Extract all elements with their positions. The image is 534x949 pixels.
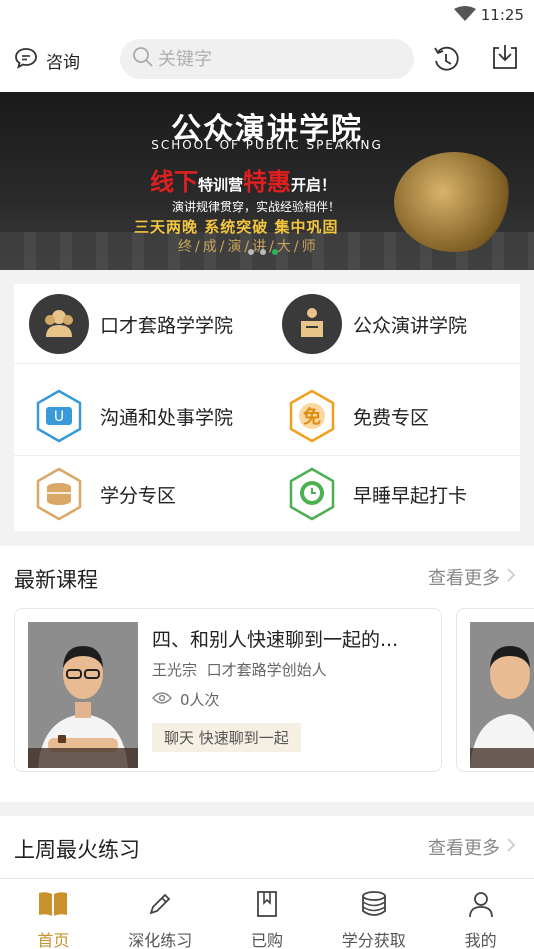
- category-label: 免费专区: [353, 406, 430, 429]
- tab-label: 学分获取: [341, 931, 406, 949]
- course-card[interactable]: 四、和别人快速聊到一起的... 王光宗 口才套路学创始人 0人次 聊天 快速聊到…: [14, 608, 442, 772]
- author-name: 王光宗: [152, 661, 198, 679]
- coins-icon: [28, 463, 90, 525]
- coins-stack-icon: [359, 889, 389, 923]
- category-label: 早睡早起打卡: [353, 484, 468, 507]
- carousel-dots[interactable]: [248, 249, 278, 255]
- section-title: 最新课程: [14, 568, 98, 592]
- tab-label: 首页: [37, 931, 70, 949]
- category-label: 口才套路学学院: [100, 314, 234, 337]
- search-icon: [132, 46, 154, 72]
- podium-icon: [281, 293, 343, 355]
- user-icon: [466, 889, 496, 923]
- category-item-koucai[interactable]: 口才套路学学院: [28, 284, 233, 364]
- bookmark-book-icon: [252, 889, 282, 923]
- tab-label: 深化练习: [128, 931, 193, 949]
- chat-bubble-icon: [14, 46, 38, 75]
- view-more-label: 查看更多: [428, 838, 500, 859]
- tab-profile[interactable]: 我的: [427, 879, 534, 949]
- banner-subtitle: SCHOOL OF PUBLIC SPEAKING: [151, 138, 383, 152]
- clock-icon: [281, 463, 343, 525]
- course-card-next[interactable]: [456, 608, 534, 772]
- view-more-label: 查看更多: [428, 568, 500, 589]
- category-item-public-speaking[interactable]: 公众演讲学院: [281, 284, 467, 364]
- view-more-link[interactable]: 查看更多: [428, 564, 516, 590]
- history-icon[interactable]: [432, 44, 460, 78]
- banner-headline-d: 开启！: [291, 176, 337, 194]
- category-item-checkin[interactable]: 早睡早起打卡: [281, 454, 467, 534]
- category-item-credits[interactable]: 学分专区: [28, 454, 176, 534]
- course-thumbnail: [470, 622, 534, 768]
- latest-courses-section: 最新课程 查看更多 四、和别人快速聊到一起的... 王光宗 口才套路学创始人 0…: [0, 546, 534, 802]
- category-row: U 沟通和处事学院 免 免费专区: [14, 376, 520, 456]
- pencil-icon: [145, 889, 175, 923]
- carousel-dot[interactable]: [260, 249, 266, 255]
- hot-practice-section: 上周最火练习 查看更多: [0, 816, 534, 878]
- tab-label: 我的: [464, 931, 497, 949]
- svg-text:U: U: [54, 409, 64, 425]
- chat-icon: U: [28, 385, 90, 447]
- category-label: 沟通和处事学院: [100, 406, 234, 429]
- consult-label: 咨询: [46, 53, 80, 73]
- course-title: 四、和别人快速聊到一起的...: [152, 629, 399, 651]
- banner-headline-b: 特训营: [198, 176, 244, 194]
- consult-button[interactable]: 咨询: [14, 46, 80, 75]
- status-time: 11:25: [480, 6, 524, 24]
- view-more-link[interactable]: 查看更多: [428, 834, 516, 860]
- course-views: 0人次: [151, 689, 220, 710]
- tab-practice[interactable]: 深化练习: [107, 879, 214, 949]
- book-open-icon: [37, 889, 69, 923]
- category-label: 公众演讲学院: [353, 314, 468, 337]
- banner-tagline: 演讲规律贯穿，实战经验相伴！: [172, 200, 341, 214]
- bottom-tab-bar: 首页 深化练习 已购 学分获取 我的: [0, 878, 534, 949]
- carousel-dot[interactable]: [248, 249, 254, 255]
- tab-home[interactable]: 首页: [0, 879, 107, 949]
- course-thumbnail: [28, 622, 138, 768]
- section-title: 上周最火练习: [14, 838, 140, 862]
- download-icon[interactable]: [490, 42, 520, 76]
- category-row: 口才套路学学院 公众演讲学院: [14, 284, 520, 364]
- carousel-dot-active[interactable]: [272, 249, 278, 255]
- tab-label: 已购: [250, 931, 283, 949]
- category-item-communication[interactable]: U 沟通和处事学院: [28, 376, 233, 456]
- status-bar: 11:25: [0, 0, 534, 30]
- author-role: 口才套路学创始人: [206, 661, 327, 679]
- banner-features: 三天两晚 系统突破 集中巩固: [134, 218, 339, 236]
- category-row: 学分专区 早睡早起打卡: [14, 454, 520, 534]
- search-bar[interactable]: [120, 39, 414, 79]
- views-count: 0人次: [180, 691, 220, 709]
- wifi-icon: [454, 6, 476, 26]
- chevron-right-icon: [506, 837, 516, 858]
- fist-graphic: [394, 152, 514, 252]
- search-input[interactable]: [158, 48, 398, 70]
- banner-headline-a: 线下: [150, 168, 198, 196]
- tab-credits[interactable]: 学分获取: [320, 879, 427, 949]
- category-item-free[interactable]: 免 免费专区: [281, 376, 429, 456]
- svg-text:免: 免: [303, 406, 321, 428]
- category-label: 学分专区: [100, 484, 177, 507]
- chevron-right-icon: [506, 567, 516, 588]
- banner-headline-c: 特惠: [243, 168, 292, 196]
- banner-headline: 线下特训营特惠开启！: [150, 162, 336, 197]
- people-icon: [28, 293, 90, 355]
- course-author: 王光宗 口才套路学创始人: [152, 659, 327, 680]
- eye-icon: [151, 691, 173, 709]
- tab-purchased[interactable]: 已购: [214, 879, 321, 949]
- free-icon: 免: [281, 385, 343, 447]
- category-grid: 口才套路学学院 公众演讲学院 U 沟通和处事学院 免 免费专区 学分专区 早睡早…: [14, 284, 520, 531]
- promo-banner[interactable]: 公众演讲学院 SCHOOL OF PUBLIC SPEAKING 线下特训营特惠…: [0, 92, 534, 270]
- course-tag: 聊天 快速聊到一起: [152, 723, 301, 752]
- top-bar: 咨询: [0, 30, 534, 92]
